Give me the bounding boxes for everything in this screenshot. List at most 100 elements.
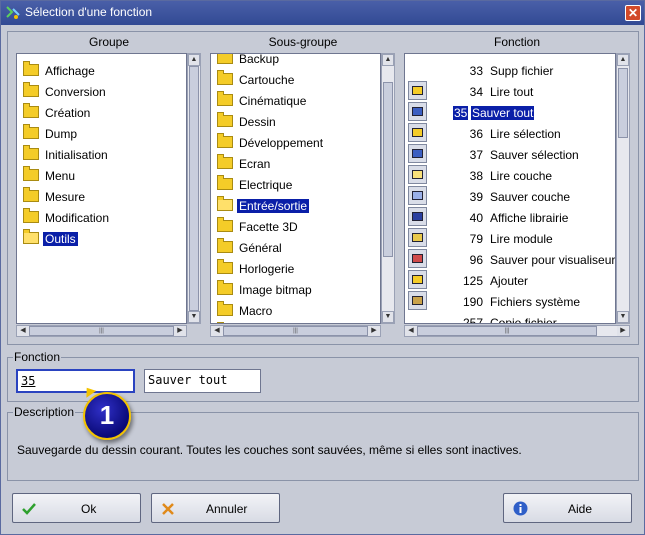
function-code-input[interactable]: 35: [16, 369, 135, 393]
help-label: Aide: [568, 502, 593, 516]
scroll-left-icon[interactable]: ◀: [405, 326, 417, 336]
list-item[interactable]: Mesure: [17, 186, 186, 207]
groupe-list[interactable]: Affichage Conversion Création Dump Initialis…: [16, 53, 187, 324]
scroll-right-icon[interactable]: ▶: [174, 326, 186, 336]
function-label: Lire module: [490, 232, 553, 246]
scroll-thumb[interactable]: [618, 68, 628, 138]
scroll-left-icon[interactable]: ◀: [17, 326, 29, 336]
list-item[interactable]: Cartouche: [211, 69, 380, 90]
list-item-label: Affichage: [45, 64, 95, 78]
scroll-thumb[interactable]: [383, 82, 393, 257]
folder-icon: [23, 166, 39, 181]
folder-icon: [217, 280, 233, 295]
open-folder-icon: [408, 81, 427, 100]
function-number: 37: [469, 148, 483, 162]
list-item[interactable]: Macro: [211, 300, 380, 321]
list-item-label: Entrée/sortie: [237, 199, 310, 213]
scroll-thumb[interactable]: |||: [417, 326, 597, 336]
open-selection-icon: [408, 123, 427, 142]
folder-icon: [23, 145, 39, 160]
folder-icon: [217, 238, 233, 253]
list-item[interactable]: Conversion: [17, 81, 186, 102]
folder-icon: [217, 70, 233, 85]
fonction-vscroll[interactable]: ▲ ▼: [616, 53, 630, 324]
scroll-right-icon[interactable]: ▶: [368, 326, 380, 336]
function-label: Sauver couche: [490, 190, 571, 204]
function-label: Copie fichier: [490, 316, 557, 324]
system-files-icon: [408, 291, 427, 310]
function-label: Affiche librairie: [490, 211, 569, 225]
list-item-label: Développement: [239, 136, 324, 150]
list-item[interactable]: Image bitmap: [211, 279, 380, 300]
list-item[interactable]: 35 Sauver tout: [405, 102, 615, 123]
list-item-label: Dessin: [239, 115, 276, 129]
list-item[interactable]: Backup: [211, 53, 380, 69]
list-item-label: Outils: [43, 232, 78, 246]
list-item[interactable]: Facette 3D: [211, 216, 380, 237]
function-label: Lire sélection: [490, 127, 561, 141]
list-item[interactable]: ...: [211, 321, 380, 323]
list-item[interactable]: Modification: [17, 207, 186, 228]
list-item[interactable]: Général: [211, 237, 380, 258]
scroll-right-icon[interactable]: ▶: [617, 326, 629, 336]
groupe-hscroll[interactable]: ◀ ||| ▶: [16, 325, 187, 337]
list-item[interactable]: 257 Copie fichier: [405, 312, 615, 324]
list-item[interactable]: Electrique: [211, 174, 380, 195]
sous-groupe-hscroll[interactable]: ◀ ||| ▶: [210, 325, 381, 337]
function-name-value: Sauver tout: [148, 373, 228, 387]
scroll-down-icon[interactable]: ▼: [617, 311, 629, 323]
function-name-field: Sauver tout: [144, 369, 261, 393]
list-item-label: Création: [45, 106, 91, 120]
list-item[interactable]: Dessin: [211, 111, 380, 132]
groupe-header: Groupe: [88, 35, 130, 49]
list-item[interactable]: Menu: [17, 165, 186, 186]
list-item[interactable]: 39 Sauver couche: [405, 186, 615, 207]
list-item[interactable]: 33 Supp fichier: [405, 60, 615, 81]
list-item[interactable]: 125 Ajouter: [405, 270, 615, 291]
scroll-thumb[interactable]: [189, 66, 199, 311]
title-bar[interactable]: Sélection d'une fonction ✕: [1, 1, 644, 25]
checkmark-icon: [22, 503, 36, 515]
scroll-left-icon[interactable]: ◀: [211, 326, 223, 336]
scroll-thumb[interactable]: |||: [223, 326, 368, 336]
list-item[interactable]: Outils: [17, 228, 186, 249]
list-item[interactable]: Dump: [17, 123, 186, 144]
list-item[interactable]: Horlogerie: [211, 258, 380, 279]
cancel-button[interactable]: Annuler: [151, 493, 280, 523]
scroll-down-icon[interactable]: ▼: [188, 311, 200, 323]
sous-groupe-vscroll[interactable]: ▲ ▼: [381, 53, 395, 324]
list-item[interactable]: 190 Fichiers système: [405, 291, 615, 312]
fonction-list[interactable]: 33 Supp fichier 34 Lire tout 35 Sauver tout 36…: [404, 53, 616, 324]
list-item[interactable]: 96 Sauver pour visualiseur: [405, 249, 615, 270]
scroll-up-icon[interactable]: ▲: [382, 54, 394, 66]
function-number: 35: [453, 106, 469, 120]
list-item[interactable]: Développement: [211, 132, 380, 153]
list-item[interactable]: 79 Lire module: [405, 228, 615, 249]
scroll-up-icon[interactable]: ▲: [188, 54, 200, 66]
list-item[interactable]: Création: [17, 102, 186, 123]
list-item[interactable]: 36 Lire sélection: [405, 123, 615, 144]
groupe-vscroll[interactable]: ▲ ▼: [187, 53, 201, 324]
list-item[interactable]: Initialisation: [17, 144, 186, 165]
close-icon[interactable]: ✕: [625, 5, 641, 21]
list-item[interactable]: 34 Lire tout: [405, 81, 615, 102]
list-item-label: Conversion: [45, 85, 106, 99]
list-item[interactable]: 40 Affiche librairie: [405, 207, 615, 228]
scroll-up-icon[interactable]: ▲: [617, 54, 629, 66]
list-item[interactable]: Affichage: [17, 60, 186, 81]
viewer-save-icon: [408, 249, 427, 268]
scroll-down-icon[interactable]: ▼: [382, 311, 394, 323]
sous-groupe-list[interactable]: Backup Cartouche Cinématique Dessin Développ…: [210, 53, 381, 324]
list-item[interactable]: Ecran: [211, 153, 380, 174]
folder-icon: [217, 175, 233, 190]
list-item[interactable]: Cinématique: [211, 90, 380, 111]
ok-button[interactable]: Ok: [12, 493, 141, 523]
fonction-hscroll[interactable]: ◀ ||| ▶: [404, 325, 630, 337]
list-item[interactable]: Entrée/sortie: [211, 195, 380, 216]
list-item[interactable]: 38 Lire couche: [405, 165, 615, 186]
list-item-label: Backup: [239, 53, 280, 66]
help-button[interactable]: Aide: [503, 493, 632, 523]
list-item[interactable]: 37 Sauver sélection: [405, 144, 615, 165]
function-label: Lire tout: [490, 85, 534, 99]
scroll-thumb[interactable]: |||: [29, 326, 174, 336]
